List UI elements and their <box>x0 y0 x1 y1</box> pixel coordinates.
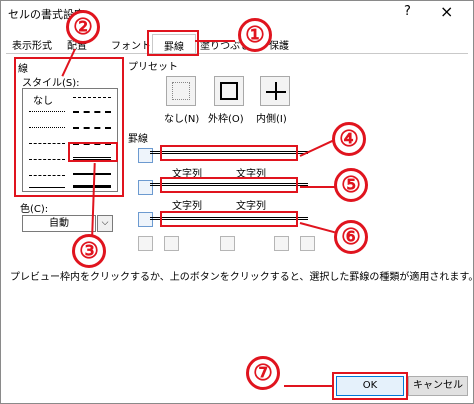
annotation-arrow-7 <box>284 385 332 387</box>
marker-6: ⑥ <box>334 220 368 254</box>
preview-cell-text: 文字列 <box>236 201 266 212</box>
cancel-button[interactable]: キャンセル <box>408 376 468 396</box>
preview-cell-text: 文字列 <box>172 201 202 212</box>
tab-number[interactable]: 表示形式 <box>12 34 52 54</box>
border-label: 罫線 <box>128 134 148 145</box>
preset-none-label: なし(N) <box>164 114 200 125</box>
presets-label: プリセット <box>128 62 178 73</box>
help-note: プレビュー枠内をクリックするか、上のボタンをクリックすると、選択した罫線の種類が… <box>10 272 474 283</box>
marker-4: ④ <box>332 122 366 156</box>
preset-inside-label: 内側(I) <box>256 114 287 125</box>
preset-outline-button[interactable] <box>214 76 244 106</box>
marker-5: ⑤ <box>334 168 368 202</box>
tab-font[interactable]: フォント <box>111 34 151 54</box>
annotation-box-ok <box>332 372 408 400</box>
annotation-box-top-border <box>160 145 298 161</box>
color-label: 色(C): <box>20 204 49 215</box>
marker-7: ⑦ <box>246 356 280 390</box>
annotation-arrow-5 <box>300 186 336 188</box>
annotation-box-bottom-border <box>160 211 298 227</box>
grid-none-icon <box>172 82 190 100</box>
border-left-button[interactable] <box>164 236 179 251</box>
help-button[interactable]: ? <box>404 4 411 19</box>
border-diagonal-down-button[interactable] <box>300 236 315 251</box>
border-right-button[interactable] <box>274 236 289 251</box>
chevron-down-icon[interactable]: ⌵ <box>97 215 113 232</box>
tab-divider <box>6 53 468 54</box>
annotation-box-middle-border <box>160 177 298 193</box>
marker-2: ② <box>66 10 100 44</box>
annotation-box-double-line <box>68 142 118 162</box>
border-center-button[interactable] <box>220 236 235 251</box>
preset-outline-label: 外枠(O) <box>208 114 244 125</box>
annotation-box-tab <box>147 30 199 56</box>
preset-none-button[interactable] <box>166 76 196 106</box>
annotation-arrow-1 <box>195 40 235 42</box>
marker-1: ① <box>238 18 272 52</box>
grid-outline-icon <box>220 82 238 100</box>
annotation-box-style-group <box>14 57 124 197</box>
marker-3: ③ <box>72 234 106 268</box>
close-button[interactable]: × <box>440 2 453 21</box>
color-select[interactable]: 自動 <box>22 215 96 232</box>
preset-inside-button[interactable] <box>260 76 290 106</box>
tab-protection[interactable]: 保護 <box>269 34 289 54</box>
border-diagonal-up-button[interactable] <box>138 236 153 251</box>
